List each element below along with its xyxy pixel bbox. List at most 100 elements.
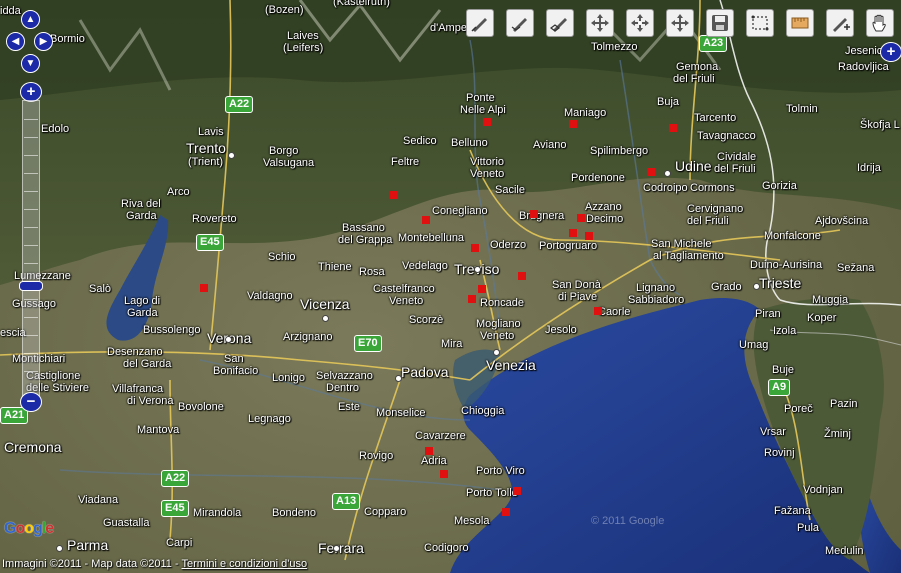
city-label: Mantova bbox=[137, 424, 180, 436]
road-shield: E45 bbox=[196, 234, 224, 251]
city-label: Sabbiadoro bbox=[628, 294, 685, 306]
city-label: Medulin bbox=[825, 545, 864, 557]
map-marker[interactable] bbox=[422, 216, 430, 224]
city-label: Brugnera bbox=[519, 210, 565, 222]
city-label: (Kastelruth) bbox=[333, 0, 390, 8]
draw-line-icon[interactable] bbox=[466, 9, 494, 37]
map-marker[interactable] bbox=[440, 470, 448, 478]
map-marker[interactable] bbox=[594, 307, 602, 315]
city-dot bbox=[474, 266, 481, 273]
map-data-credit: Map data ©2011 bbox=[91, 558, 172, 570]
city-label: Pazin bbox=[830, 398, 858, 410]
map-marker[interactable] bbox=[468, 295, 476, 303]
map-marker[interactable] bbox=[390, 191, 398, 199]
draw-polyline-icon[interactable] bbox=[506, 9, 534, 37]
move-icon[interactable] bbox=[586, 9, 614, 37]
terms-link[interactable]: Termini e condizioni d'uso bbox=[182, 558, 308, 570]
zoom-tick bbox=[24, 137, 38, 138]
map-marker[interactable] bbox=[502, 508, 510, 516]
city-label: Rosa bbox=[359, 266, 385, 278]
map-marker[interactable] bbox=[577, 214, 585, 222]
city-label: Dentro bbox=[326, 382, 360, 394]
pan-up-button[interactable]: ▲ bbox=[21, 10, 40, 29]
city-label: Castelfranco bbox=[373, 283, 435, 295]
city-label: Selvazzano bbox=[316, 370, 373, 382]
map-marker[interactable] bbox=[200, 284, 208, 292]
map-marker[interactable] bbox=[478, 285, 486, 293]
city-label: Muggia bbox=[812, 294, 849, 306]
city-label: Pula bbox=[797, 522, 820, 534]
city-label: Valsugana bbox=[263, 157, 315, 169]
imagery-credit: Immagini ©2011 bbox=[2, 558, 82, 570]
city-label: del Friuli bbox=[673, 73, 715, 85]
city-label: Buje bbox=[772, 364, 795, 376]
city-label: Legnago bbox=[248, 413, 291, 425]
city-label: Škofja L bbox=[860, 119, 900, 131]
map-watermark: © 2011 Google bbox=[591, 515, 665, 527]
pan-left-button[interactable]: ◀ bbox=[6, 32, 25, 51]
city-dot bbox=[753, 283, 760, 290]
zoom-slider-thumb[interactable] bbox=[19, 281, 43, 291]
map-marker[interactable] bbox=[483, 118, 491, 126]
city-label: Copparo bbox=[364, 506, 407, 518]
city-label: Codroipo bbox=[643, 182, 688, 194]
google-logo: Google bbox=[4, 520, 54, 537]
city-label: Idrija bbox=[857, 162, 881, 174]
city-label: di Piave bbox=[558, 291, 598, 303]
map-marker[interactable] bbox=[585, 232, 593, 240]
city-label: Veneto bbox=[470, 168, 505, 180]
city-label: Venezia bbox=[486, 357, 536, 373]
separator: - bbox=[171, 558, 182, 570]
map-marker[interactable] bbox=[669, 124, 677, 132]
ruler-icon[interactable] bbox=[786, 9, 814, 37]
select-box-icon[interactable] bbox=[746, 9, 774, 37]
city-label: Azzano bbox=[585, 201, 622, 213]
zoom-tick bbox=[24, 263, 38, 264]
satellite-map[interactable]: (Bozen) (Kastelruth) idda Laives (Leifer… bbox=[0, 0, 901, 573]
move-vertex-icon[interactable] bbox=[626, 9, 654, 37]
map-marker[interactable] bbox=[471, 244, 479, 252]
map-marker[interactable] bbox=[647, 168, 655, 176]
city-label: Ferrara bbox=[318, 540, 364, 556]
city-label: Trieste bbox=[759, 275, 802, 291]
save-icon[interactable] bbox=[706, 9, 734, 37]
map-marker[interactable] bbox=[425, 447, 433, 455]
city-dot bbox=[395, 375, 402, 382]
city-label: Nelle Alpi bbox=[460, 104, 506, 116]
road-shield: A22 bbox=[161, 470, 190, 487]
city-label: Este bbox=[338, 401, 361, 413]
city-label: Borgo bbox=[269, 145, 299, 157]
city-label: Mesola bbox=[454, 515, 490, 527]
pan-right-button[interactable]: ▶ bbox=[34, 32, 53, 51]
map-marker[interactable] bbox=[513, 487, 521, 495]
hand-icon[interactable] bbox=[866, 9, 894, 37]
city-label: Cividale bbox=[717, 151, 757, 163]
map-marker[interactable] bbox=[530, 210, 538, 218]
city-label: Vedelago bbox=[402, 260, 448, 272]
city-label: Umag bbox=[739, 339, 769, 351]
map-marker[interactable] bbox=[569, 120, 577, 128]
city-label: Piran bbox=[755, 308, 781, 320]
zoom-tick bbox=[24, 155, 38, 156]
add-point-icon[interactable] bbox=[826, 9, 854, 37]
city-label: Sežana bbox=[837, 262, 875, 274]
city-label: Belluno bbox=[451, 137, 488, 149]
pan-control: ▲ ◀ ▶ ▼ bbox=[6, 10, 54, 74]
zoom-out-button[interactable]: − bbox=[20, 392, 42, 412]
copyright-bar: Immagini ©2011 - Map data ©2011 - Termin… bbox=[2, 558, 307, 570]
zoom-slider[interactable] bbox=[22, 100, 40, 398]
city-label: al Tagliamento bbox=[653, 250, 724, 262]
draw-polygon-icon[interactable] bbox=[546, 9, 574, 37]
zoom-in-button[interactable]: + bbox=[20, 82, 42, 102]
city-label: Rovigo bbox=[359, 450, 394, 462]
city-label: Bovolone bbox=[178, 401, 224, 413]
overview-map-toggle[interactable]: + bbox=[880, 42, 901, 62]
pan-down-button[interactable]: ▼ bbox=[21, 54, 40, 73]
pan-icon[interactable] bbox=[666, 9, 694, 37]
map-marker[interactable] bbox=[569, 229, 577, 237]
road-shield: A23 bbox=[699, 35, 728, 52]
road-shield: A9 bbox=[768, 379, 791, 396]
city-label: Pordenone bbox=[571, 172, 625, 184]
zoom-tick bbox=[24, 335, 38, 336]
map-marker[interactable] bbox=[518, 272, 526, 280]
